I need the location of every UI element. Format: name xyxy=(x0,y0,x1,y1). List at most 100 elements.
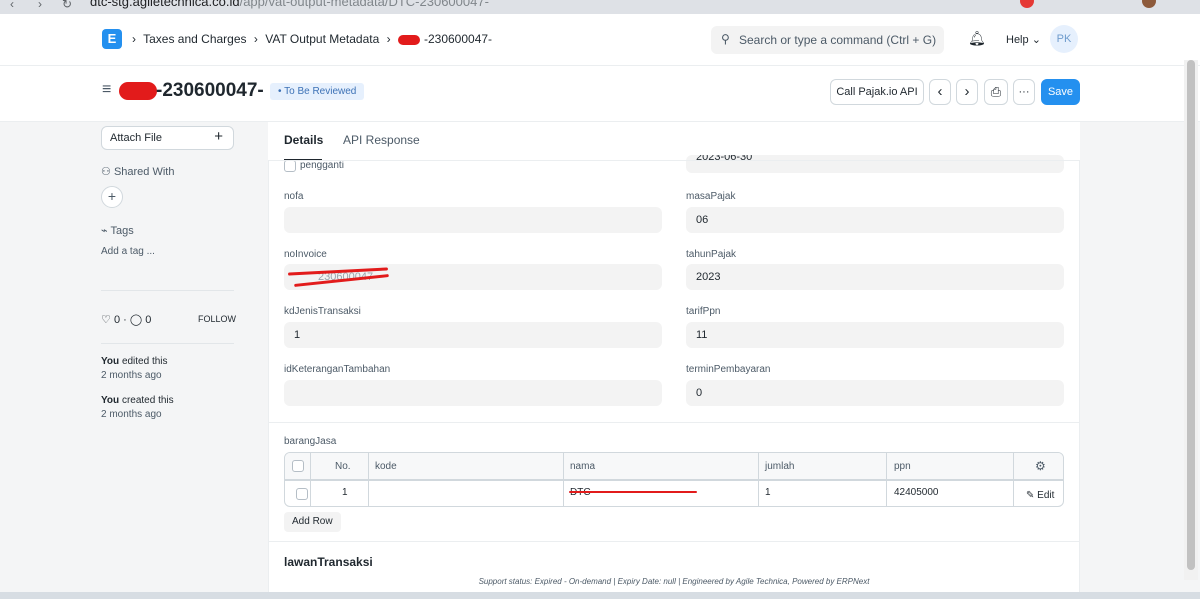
forward-icon[interactable]: › xyxy=(38,0,42,11)
table-header xyxy=(285,453,1063,480)
search-input[interactable]: ⚲ Search or type a command (Ctrl + G) xyxy=(711,26,944,54)
status-badge: • To Be Reviewed xyxy=(270,83,365,100)
edit-label: Edit xyxy=(1037,490,1055,501)
tarifppn-label: tarifPpn xyxy=(686,306,721,317)
kdjenistransaksi-label: kdJenisTransaksi xyxy=(284,306,361,317)
section-lawan-transaksi[interactable]: lawanTransaksi xyxy=(284,555,373,569)
extension-icon[interactable] xyxy=(1020,0,1034,8)
tarifppn-input[interactable]: 11 xyxy=(686,322,1064,348)
call-api-button[interactable]: Call Pajak.io API xyxy=(830,79,924,105)
chevron-down-icon: ⌄ xyxy=(1031,34,1041,46)
select-all-checkbox[interactable] xyxy=(292,460,304,472)
search-icon: ⚲ xyxy=(721,32,730,46)
tahunpajak-label: tahunPajak xyxy=(686,249,737,260)
search-placeholder: Search or type a command (Ctrl + G) xyxy=(739,33,937,47)
tab-api-response[interactable]: API Response xyxy=(343,133,420,147)
breadcrumb-separator-icon: › xyxy=(386,32,391,46)
back-icon[interactable]: ‹ xyxy=(10,0,14,11)
address-bar[interactable]: dtc-stg.agiletechnica.co.id/app/vat-outp… xyxy=(90,0,489,9)
add-row-button[interactable]: Add Row xyxy=(284,512,341,532)
activity-action: edited this xyxy=(121,356,168,367)
pengganti-checkbox[interactable] xyxy=(284,160,296,172)
breadcrumb-taxes[interactable]: Taxes and Charges xyxy=(143,32,246,46)
pencil-icon: ✎ xyxy=(1026,490,1035,501)
users-icon: ⚇ xyxy=(101,166,111,178)
redaction-mark xyxy=(119,82,157,100)
tab-details[interactable]: Details xyxy=(284,133,323,147)
print-button[interactable]: ⎙ xyxy=(984,79,1008,105)
noinvoice-input[interactable]: 230600047 xyxy=(284,264,662,290)
url-path: /app/vat-output-metadata/DTC-230600047- xyxy=(239,0,489,9)
likes-counter[interactable]: ♡ 0 · ◯ 0 xyxy=(101,313,151,326)
activity-item: You created this xyxy=(101,395,174,406)
status-label: To Be Reviewed xyxy=(284,86,357,97)
heart-icon: ♡ xyxy=(101,314,111,326)
masapajak-input[interactable]: 06 xyxy=(686,207,1064,233)
scrollbar-thumb[interactable] xyxy=(1187,60,1195,570)
comments-count: 0 xyxy=(145,314,152,326)
row-edit-button[interactable]: ✎ Edit xyxy=(1026,490,1054,501)
page-head: ≡ -230600047- • To Be Reviewed Call Paja… xyxy=(0,66,1200,122)
url-host: dtc-stg.agiletechnica.co.id xyxy=(90,0,240,9)
activity-actor: You xyxy=(101,356,120,367)
page-title: -230600047- xyxy=(156,80,264,101)
row-jumlah[interactable]: 1 xyxy=(765,487,771,498)
activity-time: 2 months ago xyxy=(101,370,162,381)
browser-toolbar: ‹ › ↻ dtc-stg.agiletechnica.co.id/app/va… xyxy=(0,0,1200,14)
terminpembayaran-input[interactable]: 0 xyxy=(686,380,1064,406)
noinvoice-label: noInvoice xyxy=(284,249,327,260)
likes-count: 0 xyxy=(113,314,121,326)
nofa-label: nofa xyxy=(284,191,304,202)
row-no: 1 xyxy=(342,487,348,498)
breadcrumb: › Taxes and Charges › VAT Output Metadat… xyxy=(132,32,496,46)
tag-icon: ⌁ xyxy=(101,225,108,237)
plus-icon: + xyxy=(214,128,223,145)
sidebar-toggle-icon[interactable]: ≡ xyxy=(102,81,111,99)
user-avatar[interactable]: PK xyxy=(1050,25,1078,53)
barangjasa-label: barangJasa xyxy=(284,436,337,447)
prev-doc-button[interactable]: ‹ xyxy=(929,79,951,105)
follow-button[interactable]: FOLLOW xyxy=(198,314,236,324)
profile-icon[interactable] xyxy=(1142,0,1156,8)
comment-icon: ◯ xyxy=(129,314,143,326)
notification-bell-icon[interactable]: 🔔︎ xyxy=(968,30,986,47)
tahunpajak-input[interactable]: 2023 xyxy=(686,264,1064,290)
column-header-nama[interactable]: nama xyxy=(570,461,595,472)
save-button[interactable]: Save xyxy=(1041,79,1080,105)
shared-with-label: Shared With xyxy=(113,166,175,178)
add-tag-link[interactable]: Add a tag ... xyxy=(101,246,155,257)
next-doc-button[interactable]: › xyxy=(956,79,978,105)
section-divider xyxy=(268,422,1080,423)
more-menu-button[interactable]: ··· xyxy=(1013,79,1035,105)
kdjenistransaksi-input[interactable]: 1 xyxy=(284,322,662,348)
nofa-input[interactable] xyxy=(284,207,662,233)
grid-settings-icon[interactable]: ⚙ xyxy=(1035,459,1046,473)
terminpembayaran-label: terminPembayaran xyxy=(686,364,771,375)
add-share-button[interactable]: + xyxy=(101,186,123,208)
breadcrumb-separator-icon: › xyxy=(132,32,136,46)
app-logo[interactable]: E xyxy=(102,29,122,49)
page-scrollbar[interactable] xyxy=(1184,60,1198,580)
idketerangan-label: idKeteranganTambahan xyxy=(284,364,391,375)
row-checkbox[interactable] xyxy=(296,488,308,500)
breadcrumb-vat-output[interactable]: VAT Output Metadata xyxy=(265,32,379,46)
form-card xyxy=(268,122,1080,599)
column-header-kode[interactable]: kode xyxy=(375,461,397,472)
row-ppn[interactable]: 42405000 xyxy=(894,487,939,498)
breadcrumb-separator-icon: › xyxy=(253,32,258,46)
attach-file-button[interactable]: Attach File + xyxy=(101,126,234,150)
breadcrumb-current[interactable]: -230600047- xyxy=(424,32,492,46)
column-header-jumlah[interactable]: jumlah xyxy=(765,461,794,472)
activity-item: You edited this xyxy=(101,356,168,367)
activity-actor: You xyxy=(101,395,120,406)
reload-icon[interactable]: ↻ xyxy=(62,0,72,11)
date-field-partial[interactable]: 2023-06-30 xyxy=(686,155,1064,173)
idketerangan-input[interactable] xyxy=(284,380,662,406)
os-taskbar xyxy=(0,592,1200,599)
divider xyxy=(101,290,234,291)
column-header-no[interactable]: No. xyxy=(335,461,351,472)
help-dropdown[interactable]: Help ⌄ xyxy=(1006,33,1041,46)
column-header-ppn[interactable]: ppn xyxy=(894,461,911,472)
footer-support-status: Support status: Expired - On-demand | Ex… xyxy=(478,577,870,586)
date-field-value: 2023-06-30 xyxy=(696,155,753,163)
